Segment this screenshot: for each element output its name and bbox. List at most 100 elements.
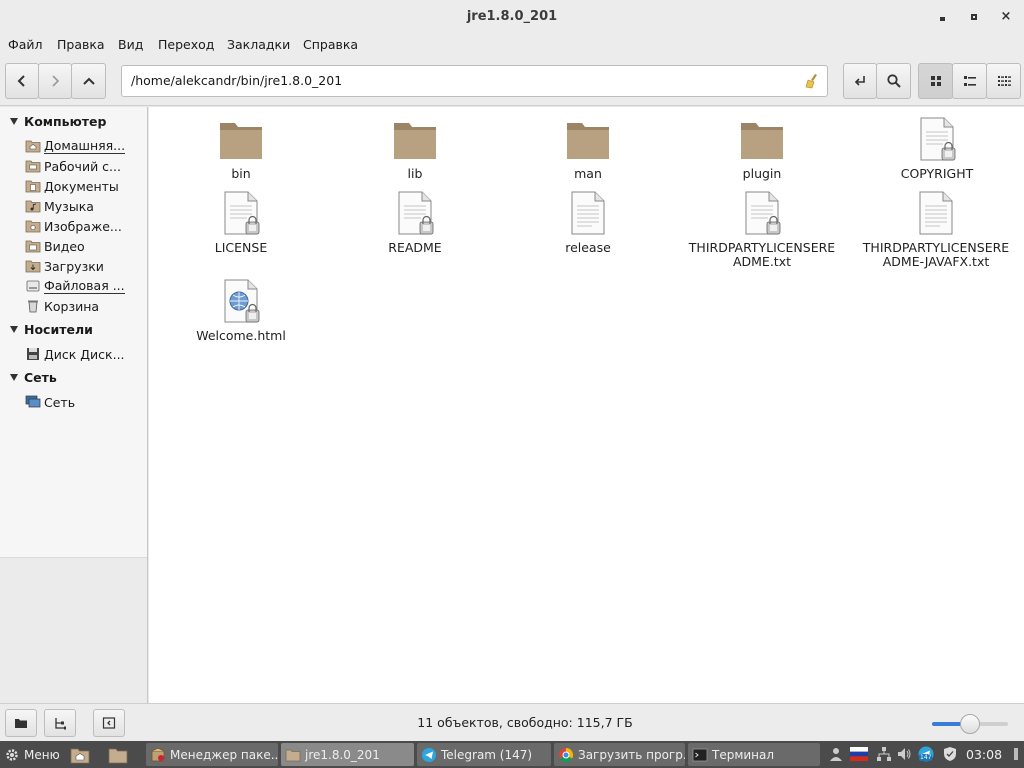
- sidebar-item-downloads[interactable]: Загрузки: [25, 257, 145, 275]
- section-title: Носители: [24, 322, 93, 337]
- taskbar: Меню Менеджер паке... jre1.8.0_201 Teleg…: [0, 741, 1024, 768]
- taskbar-window-telegram[interactable]: Telegram (147): [417, 743, 551, 766]
- sidebar-item-music[interactable]: Музыка: [25, 197, 145, 215]
- sidebar-section-network[interactable]: Сеть: [10, 370, 57, 385]
- taskbar-window-file-manager[interactable]: jre1.8.0_201: [281, 743, 414, 766]
- sidebar-empty-area: [0, 557, 147, 703]
- compact-view-button[interactable]: [986, 63, 1021, 99]
- file-name: release: [565, 240, 611, 255]
- clock[interactable]: 03:08: [966, 741, 1002, 768]
- sidebar-item-pictures[interactable]: Изображе...: [25, 217, 145, 235]
- compact-view-icon: [997, 76, 1011, 86]
- sidebar-item-label: Файловая ...: [44, 277, 125, 294]
- update-shield-icon[interactable]: [942, 746, 958, 762]
- start-menu-label: Меню: [24, 747, 60, 762]
- sidebar-section-devices[interactable]: Носители: [10, 322, 93, 337]
- sidebar-item-label: Корзина: [44, 298, 100, 314]
- file-item-release[interactable]: release: [513, 189, 663, 255]
- taskbar-window-label: jre1.8.0_201: [305, 747, 380, 762]
- taskbar-window-label: Менеджер паке...: [170, 747, 278, 762]
- enter-icon: [854, 76, 865, 86]
- menu-bookmarks[interactable]: Закладки: [227, 34, 290, 56]
- minimize-button[interactable]: [934, 9, 950, 25]
- window-titlebar[interactable]: jre1.8.0_201 ×: [0, 0, 1024, 34]
- menu-view[interactable]: Вид: [118, 34, 143, 56]
- sidebar-item-documents[interactable]: Документы: [25, 177, 145, 195]
- up-button[interactable]: [71, 63, 106, 99]
- broom-icon[interactable]: [803, 72, 821, 90]
- user-icon[interactable]: [828, 746, 844, 762]
- file-item-man[interactable]: man: [513, 115, 663, 181]
- sidebar-item-network[interactable]: Сеть: [25, 393, 145, 411]
- text-file-icon: [224, 191, 260, 235]
- sidebar-item-disk[interactable]: Диск Диск...: [25, 345, 145, 363]
- file-name: LICENSE: [214, 240, 268, 255]
- text-file-icon: [919, 191, 953, 235]
- zoom-slider-handle[interactable]: [960, 714, 980, 734]
- search-button[interactable]: [876, 63, 911, 99]
- list-view-button[interactable]: [952, 63, 987, 99]
- grid-view-icon: [930, 76, 941, 86]
- file-item-thirdpartylicensereadme-javafx[interactable]: THIRDPARTYLICENSERE ADME-JAVAFX.txt: [861, 189, 1011, 269]
- close-button[interactable]: ×: [998, 9, 1014, 25]
- file-item-license[interactable]: LICENSE: [166, 189, 316, 255]
- icon-view-button[interactable]: [918, 63, 953, 99]
- file-item-thirdpartylicensereadme[interactable]: THIRDPARTYLICENSERE ADME.txt: [687, 189, 837, 269]
- file-item-readme[interactable]: README: [340, 189, 490, 255]
- file-item-welcome-html[interactable]: Welcome.html: [166, 277, 316, 343]
- maximize-button[interactable]: [966, 9, 982, 25]
- sidebar-item-home[interactable]: Домашняя...: [25, 137, 145, 155]
- file-name: THIRDPARTYLICENSERE ADME.txt: [688, 240, 836, 269]
- network-status-icon[interactable]: [876, 746, 892, 762]
- menu-edit[interactable]: Правка: [57, 34, 105, 56]
- terminal-icon: [692, 748, 708, 761]
- chrome-icon: [559, 747, 574, 762]
- toggle-location-button[interactable]: [843, 63, 877, 99]
- taskbar-window-chrome[interactable]: Загрузить прогр...: [554, 743, 685, 766]
- status-text: 11 объектов, свободно: 115,7 ГБ: [417, 715, 633, 730]
- forward-button[interactable]: [38, 63, 72, 99]
- folder-icon: [394, 123, 436, 159]
- file-item-bin[interactable]: bin: [166, 115, 316, 181]
- sidebar-item-trash[interactable]: Корзина: [25, 297, 145, 315]
- file-item-lib[interactable]: lib: [340, 115, 490, 181]
- show-tree-button[interactable]: [44, 709, 76, 737]
- folder-icon: [567, 123, 609, 159]
- taskbar-window-package-manager[interactable]: Менеджер паке...: [146, 743, 278, 766]
- search-icon: [886, 74, 901, 88]
- sidebar-item-videos[interactable]: Видео: [25, 237, 145, 255]
- menu-go[interactable]: Переход: [158, 34, 214, 56]
- volume-icon[interactable]: [896, 746, 912, 762]
- downloads-folder-icon: [25, 260, 41, 273]
- address-bar[interactable]: /home/alekcandr/bin/jre1.8.0_201: [121, 65, 828, 97]
- home-folder-icon: [70, 748, 90, 763]
- show-desktop-icon[interactable]: [1008, 746, 1024, 762]
- flag-ru-icon[interactable]: [850, 747, 868, 761]
- menu-help[interactable]: Справка: [303, 34, 358, 56]
- sidebar-item-label: Домашняя...: [44, 137, 126, 154]
- toggle-sidebar-button[interactable]: [93, 709, 125, 737]
- file-item-plugin[interactable]: plugin: [687, 115, 837, 181]
- file-name: Welcome.html: [196, 328, 286, 343]
- launcher-file-manager[interactable]: [108, 743, 132, 766]
- file-item-copyright[interactable]: COPYRIGHT: [862, 115, 1012, 181]
- documents-folder-icon: [25, 180, 41, 193]
- sidebar-item-filesystem[interactable]: Файловая ...: [25, 277, 145, 295]
- list-view-icon: [963, 76, 976, 86]
- launcher-home-folder[interactable]: [70, 743, 94, 766]
- zoom-slider[interactable]: [932, 714, 1008, 734]
- file-view[interactable]: bin lib man plugin COPYRIGHT LICENSE REA…: [149, 107, 1024, 703]
- sidebar-item-desktop[interactable]: Рабочий с...: [25, 157, 145, 175]
- sidebar-item-label: Документы: [44, 178, 119, 194]
- sidebar-item-label: Диск Диск...: [44, 346, 125, 362]
- taskbar-window-terminal[interactable]: Терминал: [688, 743, 820, 766]
- sidebar: Компьютер Домашняя... Рабочий с... Докум…: [0, 107, 148, 703]
- menu-file[interactable]: Файл: [8, 34, 43, 56]
- back-button[interactable]: [5, 63, 39, 99]
- start-menu-button[interactable]: Меню: [4, 743, 60, 766]
- sidebar-item-label: Видео: [44, 238, 85, 254]
- show-places-button[interactable]: [5, 709, 37, 737]
- sidebar-section-computer[interactable]: Компьютер: [10, 114, 106, 129]
- folder-icon: [741, 123, 783, 159]
- telegram-tray[interactable]: 147: [918, 746, 934, 762]
